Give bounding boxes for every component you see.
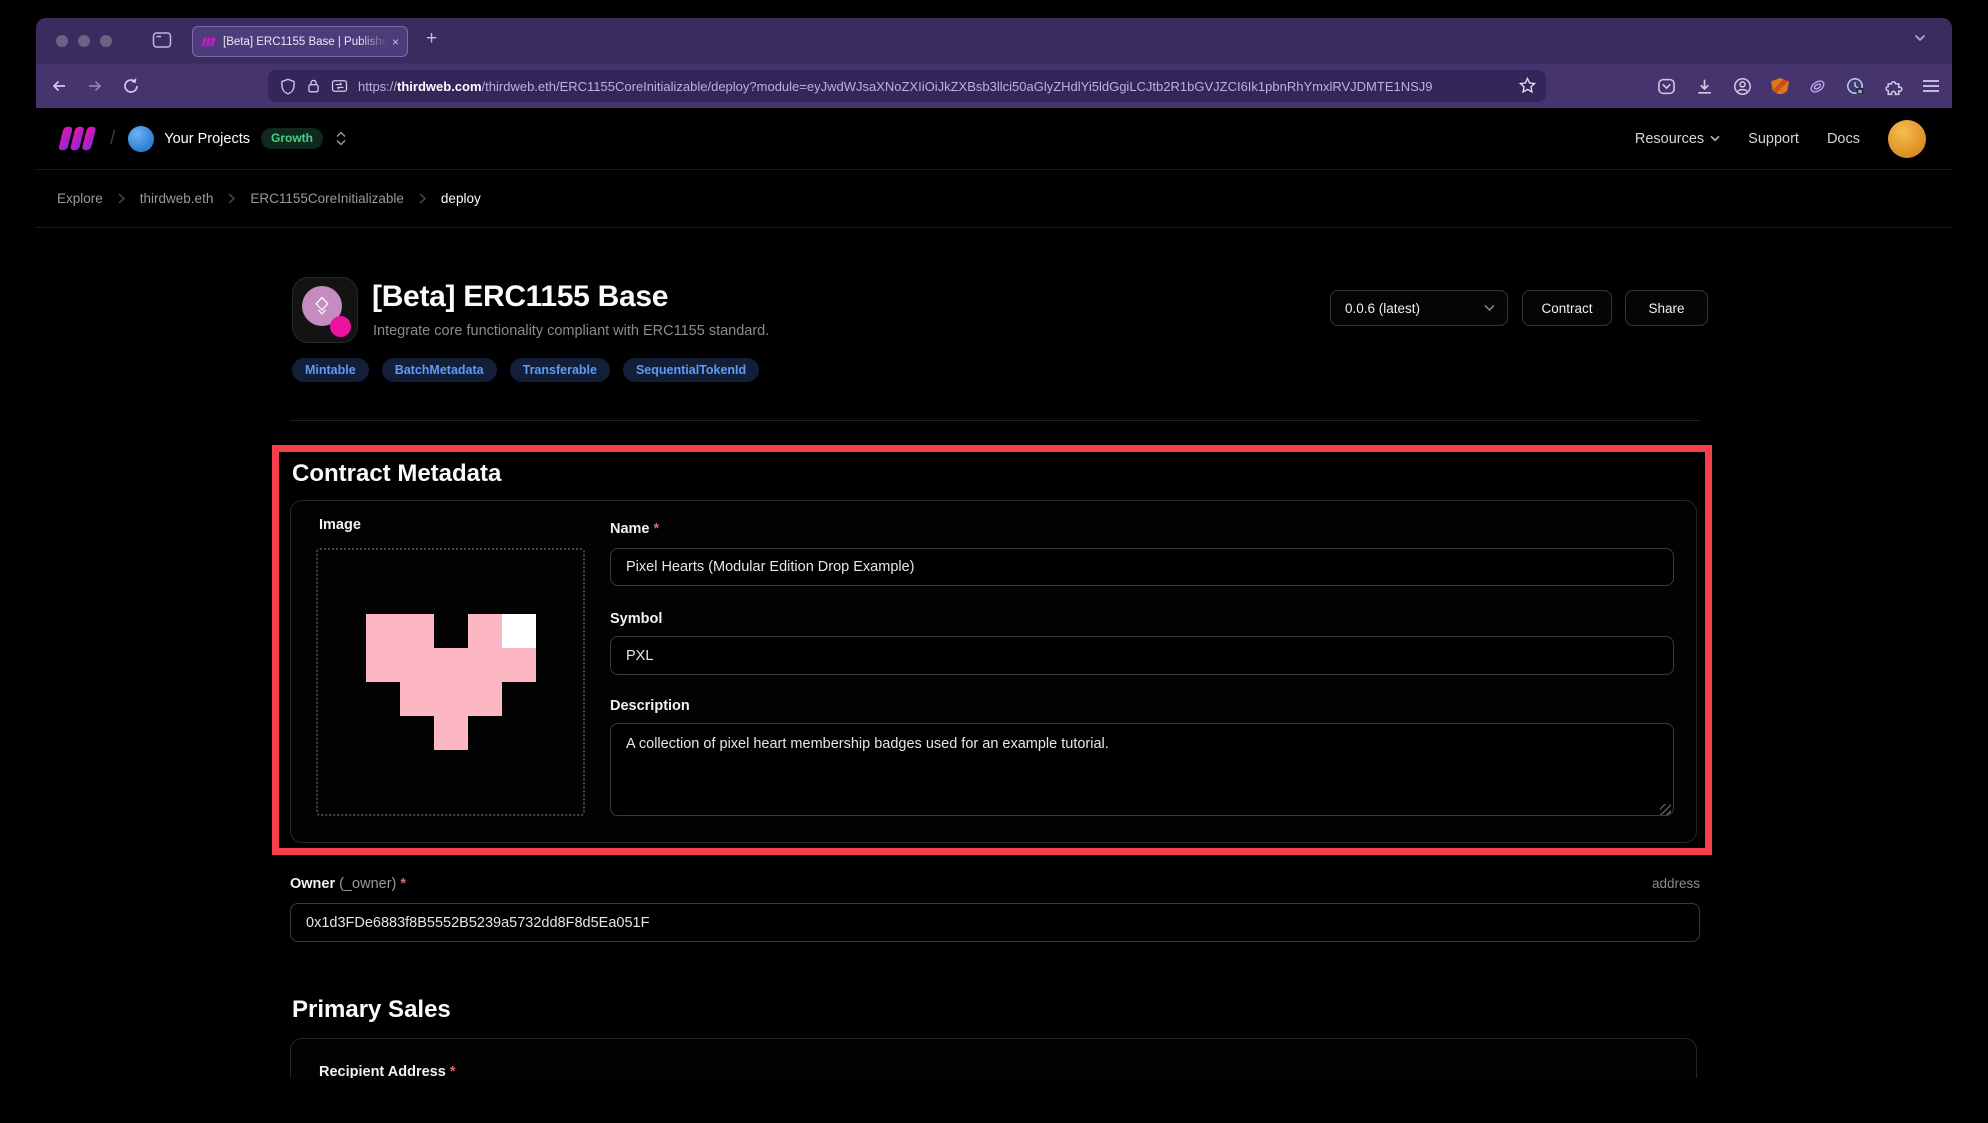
- recipient-address-label: Recipient Address *: [319, 1064, 455, 1078]
- download-icon[interactable]: [1695, 77, 1714, 96]
- window-close-button[interactable]: [56, 35, 68, 47]
- description-label: Description: [610, 698, 690, 714]
- pocket-icon[interactable]: [1657, 77, 1676, 96]
- contract-metadata-card: Image Name * Symbol Description A collec…: [290, 500, 1697, 843]
- browser-window: [Beta] ERC1155 Base | Publishe × +: [36, 18, 1952, 1078]
- contract-icon-dot: [330, 316, 351, 337]
- chevron-right-icon: [118, 193, 125, 204]
- refresh-icon[interactable]: [122, 77, 140, 95]
- contract-button[interactable]: Contract: [1522, 290, 1612, 326]
- image-upload-dropzone[interactable]: [316, 548, 585, 816]
- symbol-label: Symbol: [610, 611, 662, 627]
- browser-tab[interactable]: [Beta] ERC1155 Base | Publishe ×: [192, 26, 408, 57]
- chevron-down-icon: [1710, 135, 1720, 142]
- extensions-puzzle-icon[interactable]: [1884, 77, 1903, 96]
- fingerprint-extension-icon[interactable]: [1808, 78, 1827, 95]
- project-switcher-chevrons-icon[interactable]: [335, 131, 347, 146]
- toolbar-extension-icons: [1657, 64, 1940, 108]
- description-textarea[interactable]: A collection of pixel heart membership b…: [610, 723, 1674, 816]
- project-switcher[interactable]: Your Projects: [164, 131, 250, 147]
- required-asterisk: *: [400, 876, 406, 892]
- section-divider: [290, 420, 1700, 421]
- required-asterisk: *: [654, 521, 660, 537]
- tab-favicon-thirdweb-icon: [201, 36, 216, 48]
- version-select-value: 0.0.6 (latest): [1345, 301, 1484, 316]
- page-subtitle: Integrate core functionality compliant w…: [373, 323, 769, 339]
- pixel-heart-image: [366, 614, 536, 750]
- chevron-right-icon: [419, 193, 426, 204]
- menu-icon[interactable]: [1922, 79, 1940, 93]
- history-extension-icon[interactable]: [1846, 77, 1865, 96]
- tab-bar: [Beta] ERC1155 Base | Publishe × +: [36, 18, 1952, 64]
- url-path: /thirdweb.eth/ERC1155CoreInitializable/d…: [482, 79, 1433, 94]
- chevron-right-icon: [228, 193, 235, 204]
- url-scheme: https://: [358, 79, 397, 94]
- nav-support[interactable]: Support: [1748, 131, 1799, 147]
- contract-icon: [292, 277, 358, 343]
- header-divider-slash: /: [110, 128, 115, 150]
- lock-icon[interactable]: [306, 78, 321, 94]
- screen: [Beta] ERC1155 Base | Publishe × +: [0, 0, 1988, 1123]
- window-zoom-button[interactable]: [100, 35, 112, 47]
- name-label: Name *: [610, 521, 659, 537]
- share-button[interactable]: Share: [1625, 290, 1708, 326]
- plan-badge: Growth: [261, 128, 323, 149]
- project-avatar[interactable]: [128, 126, 154, 152]
- header-nav: Resources Support Docs: [1635, 131, 1860, 147]
- nav-resources[interactable]: Resources: [1635, 131, 1720, 147]
- breadcrumb-contract[interactable]: ERC1155CoreInitializable: [250, 191, 404, 206]
- symbol-input[interactable]: [610, 636, 1674, 675]
- owner-field-header: Owner (_owner) * address: [290, 876, 1700, 892]
- version-select[interactable]: 0.0.6 (latest): [1330, 290, 1508, 326]
- permissions-icon[interactable]: [331, 79, 348, 93]
- url-text: https://thirdweb.com/thirdweb.eth/ERC115…: [358, 79, 1433, 94]
- site-header: / Your Projects Growth Resources Support…: [36, 108, 1952, 170]
- tracking-shield-icon[interactable]: [280, 78, 296, 95]
- badge-sequentialtokenid[interactable]: SequentialTokenId: [623, 358, 759, 382]
- image-label: Image: [319, 517, 361, 533]
- page-title: [Beta] ERC1155 Base: [372, 280, 668, 314]
- url-bar[interactable]: https://thirdweb.com/thirdweb.eth/ERC115…: [268, 70, 1546, 102]
- breadcrumb-publisher[interactable]: thirdweb.eth: [140, 191, 214, 206]
- badge-transferable[interactable]: Transferable: [510, 358, 610, 382]
- breadcrumb-deploy: deploy: [441, 191, 481, 206]
- new-tab-button[interactable]: +: [426, 28, 437, 50]
- nav-docs[interactable]: Docs: [1827, 131, 1860, 147]
- owner-address-input[interactable]: [290, 903, 1700, 942]
- page-content: / Your Projects Growth Resources Support…: [36, 108, 1952, 1078]
- user-avatar[interactable]: [1888, 120, 1926, 158]
- owner-param: (_owner): [339, 876, 396, 892]
- contract-metadata-heading: Contract Metadata: [292, 460, 501, 488]
- sidebar-toggle-icon[interactable]: [152, 31, 172, 49]
- tab-title: [Beta] ERC1155 Base | Publishe: [223, 36, 388, 48]
- forward-icon[interactable]: [86, 77, 104, 95]
- window-minimize-button[interactable]: [78, 35, 90, 47]
- chevron-down-icon: [1484, 304, 1495, 312]
- owner-label: Owner (_owner) *: [290, 876, 406, 892]
- breadcrumb: Explore thirdweb.eth ERC1155CoreInitiali…: [36, 170, 1952, 228]
- textarea-resize-handle[interactable]: [1660, 804, 1671, 815]
- thirdweb-logo[interactable]: [57, 125, 97, 152]
- url-domain: thirdweb.com: [397, 79, 482, 94]
- required-asterisk: *: [450, 1064, 456, 1078]
- tab-close-icon[interactable]: ×: [388, 36, 399, 48]
- back-icon[interactable]: [50, 77, 68, 95]
- account-icon[interactable]: [1733, 77, 1752, 96]
- metamask-extension-icon[interactable]: [1771, 78, 1789, 94]
- bookmark-star-icon[interactable]: [1519, 77, 1536, 94]
- extension-badges: Mintable BatchMetadata Transferable Sequ…: [292, 358, 759, 382]
- primary-sales-heading: Primary Sales: [292, 996, 451, 1024]
- badge-batchmetadata[interactable]: BatchMetadata: [382, 358, 497, 382]
- owner-type-hint: address: [1652, 876, 1700, 891]
- primary-sales-card: Recipient Address *: [290, 1038, 1697, 1078]
- badge-mintable[interactable]: Mintable: [292, 358, 369, 382]
- tab-overflow-chevron-icon[interactable]: [1914, 34, 1926, 42]
- name-input[interactable]: [610, 548, 1674, 586]
- browser-toolbar: https://thirdweb.com/thirdweb.eth/ERC115…: [36, 64, 1952, 108]
- breadcrumb-explore[interactable]: Explore: [57, 191, 103, 206]
